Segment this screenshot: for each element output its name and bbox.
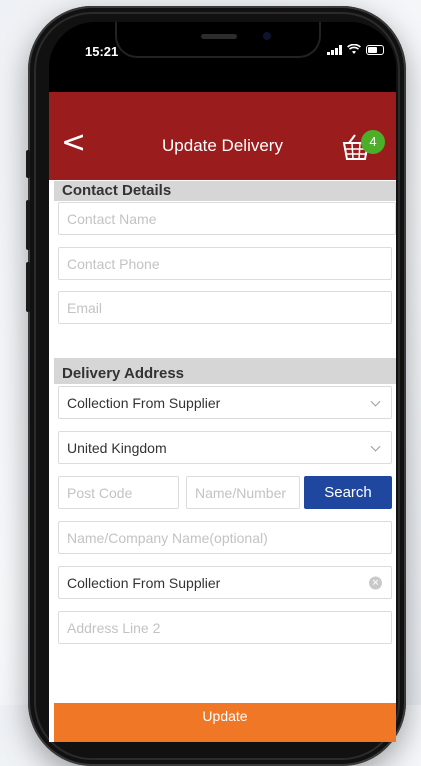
phone-screen: 15:21 < Update Delivery 4 Contact Detail…: [49, 22, 396, 742]
address-line2-placeholder: Address Line 2: [67, 619, 161, 636]
address-line1-input[interactable]: Collection From Supplier ✕: [58, 566, 392, 599]
front-camera: [263, 32, 271, 40]
battery-icon: [366, 44, 384, 55]
status-icons: [327, 44, 384, 55]
country-value: United Kingdom: [67, 439, 167, 456]
postcode-input[interactable]: Post Code: [58, 476, 179, 509]
company-name-placeholder: Name/Company Name(optional): [67, 529, 268, 546]
name-number-placeholder: Name/Number: [195, 484, 287, 501]
country-select[interactable]: United Kingdom: [58, 431, 392, 464]
postcode-placeholder: Post Code: [67, 484, 133, 501]
contact-phone-input[interactable]: Contact Phone: [58, 247, 392, 280]
address-line1-value: Collection From Supplier: [67, 574, 221, 591]
company-name-input[interactable]: Name/Company Name(optional): [58, 521, 392, 554]
notch: [115, 22, 321, 58]
search-button[interactable]: Search: [304, 476, 392, 509]
update-button[interactable]: Update: [54, 703, 396, 742]
contact-name-input[interactable]: Contact Name: [58, 202, 396, 235]
email-placeholder: Email: [67, 299, 103, 316]
delivery-address-heading: Delivery Address: [54, 358, 396, 384]
email-input[interactable]: Email: [58, 291, 392, 324]
contact-phone-placeholder: Contact Phone: [67, 255, 160, 272]
side-button-volume-up: [26, 200, 30, 250]
clear-icon[interactable]: ✕: [369, 576, 382, 589]
speaker: [201, 34, 237, 39]
signal-icon: [327, 44, 342, 55]
wifi-icon: [347, 44, 361, 54]
side-button-volume-down: [26, 262, 30, 312]
app-header: < Update Delivery 4: [49, 92, 396, 180]
app-content: < Update Delivery 4 Contact Details Cont…: [49, 92, 396, 742]
contact-name-placeholder: Contact Name: [67, 210, 157, 227]
delivery-method-value: Collection From Supplier: [67, 394, 221, 411]
contact-details-heading: Contact Details: [54, 181, 396, 201]
address-line2-input[interactable]: Address Line 2: [58, 611, 392, 644]
chevron-down-icon: [370, 396, 381, 407]
name-number-input[interactable]: Name/Number: [186, 476, 300, 509]
chevron-down-icon: [370, 441, 381, 452]
basket-count-badge: 4: [361, 130, 385, 154]
side-button-mute: [26, 150, 30, 178]
delivery-method-select[interactable]: Collection From Supplier: [58, 386, 392, 419]
status-bar: 15:21: [49, 22, 396, 92]
status-time: 15:21: [85, 44, 119, 59]
